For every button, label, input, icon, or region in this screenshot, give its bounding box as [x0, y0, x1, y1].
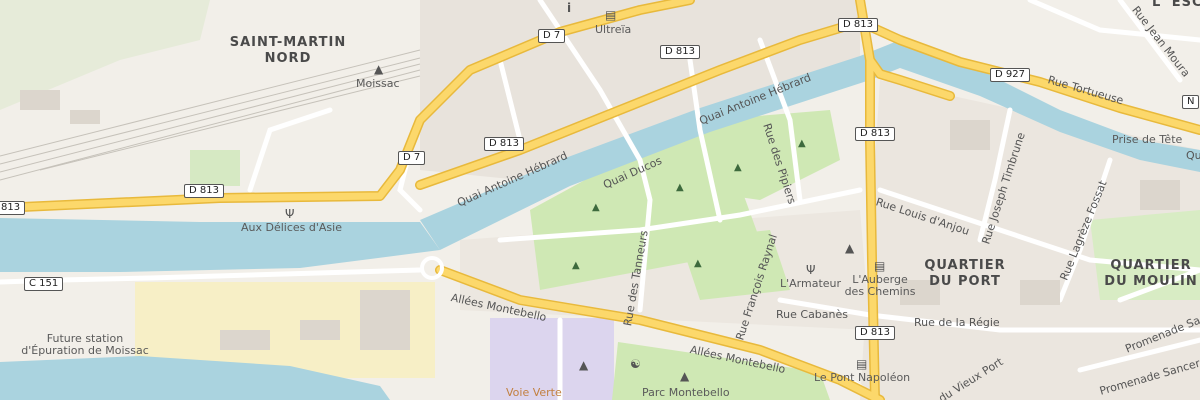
- district-label-line: QUARTIER: [924, 258, 1006, 273]
- district-label-line: DU MOULIN: [1104, 274, 1198, 289]
- district-label-line: DU PORT: [929, 274, 1001, 289]
- road-shield: D 813: [184, 184, 224, 198]
- road-shield: D 927: [990, 68, 1030, 82]
- map-view[interactable]: SAINT-MARTIN NORD QUARTIER DU PORT QUART…: [0, 0, 1200, 400]
- school-icon[interactable]: ▲: [579, 359, 588, 371]
- hotel-icon[interactable]: ▤: [605, 9, 616, 21]
- poi-label-prise-de-tete[interactable]: Prise de Tête: [1112, 134, 1182, 146]
- poi-label-pont-napoleon[interactable]: Le Pont Napoléon: [814, 372, 910, 384]
- poi-label-line: des Chemins: [844, 285, 916, 298]
- street-label: Rue Cabanès: [776, 308, 848, 321]
- road-shield: D 813: [855, 326, 895, 340]
- poi-label-auberge[interactable]: L'Auberge des Chemins: [842, 274, 918, 298]
- restaurant-icon[interactable]: Ψ: [285, 208, 294, 220]
- road-shield-partial: 813: [0, 201, 26, 215]
- poi-label-future-station[interactable]: Future station d'Épuration de Moissac: [0, 333, 170, 357]
- district-label-l-esc: L' ESC: [1152, 0, 1200, 10]
- street-label: Voie Verte: [506, 386, 562, 399]
- road-shield: D 7: [538, 29, 566, 43]
- poi-label-armateur[interactable]: L'Armateur: [780, 278, 841, 290]
- park-icon: ▲: [572, 260, 580, 271]
- district-label-line: SAINT-MARTIN: [229, 35, 347, 50]
- street-label: Rue de la Régie: [914, 316, 1000, 329]
- park-icon: ▲: [694, 258, 702, 269]
- district-label-saint-martin-nord: SAINT-MARTIN NORD: [228, 35, 348, 67]
- road-shield-partial: N: [1182, 95, 1200, 109]
- poi-label-line: d'Épuration de Moissac: [21, 344, 149, 357]
- district-label-quartier-du-port: QUARTIER DU PORT: [920, 258, 1010, 290]
- district-label-line: NORD: [264, 51, 312, 66]
- road-shield: D 7: [398, 151, 426, 165]
- playground-icon[interactable]: ☯: [630, 358, 641, 370]
- park-icon: ▲: [798, 138, 806, 149]
- poi-label-moissac-station[interactable]: Moissac: [356, 78, 400, 90]
- road-shield: C 151: [24, 277, 64, 291]
- hotel-icon[interactable]: ▤: [874, 260, 885, 272]
- road-shield: D 813: [855, 127, 895, 141]
- tree-icon: ▲: [680, 369, 690, 383]
- street-label: Qu: [1186, 149, 1200, 162]
- info-icon[interactable]: i: [567, 2, 571, 14]
- train-station-icon[interactable]: ▲: [374, 63, 383, 75]
- hotel-icon[interactable]: ▤: [856, 358, 867, 370]
- district-label-line: QUARTIER: [1110, 258, 1192, 273]
- road-shield: D 813: [484, 137, 524, 151]
- map-base-layer: [0, 0, 1200, 400]
- park-icon: ▲: [592, 202, 600, 213]
- road-shield: D 813: [660, 45, 700, 59]
- park-icon: ▲: [734, 162, 742, 173]
- restaurant-icon[interactable]: Ψ: [806, 264, 815, 276]
- district-label-quartier-du-moulin: QUARTIER DU MOULIN: [1102, 258, 1200, 290]
- poi-label-parc-montebello[interactable]: Parc Montebello: [642, 387, 730, 399]
- poi-label-aux-delices[interactable]: Aux Délices d'Asie: [241, 222, 342, 234]
- park-icon: ▲: [676, 182, 684, 193]
- museum-icon[interactable]: ▲: [845, 242, 854, 254]
- road-shield: D 813: [838, 18, 878, 32]
- poi-label-ultreia[interactable]: Ultreïa: [595, 24, 631, 36]
